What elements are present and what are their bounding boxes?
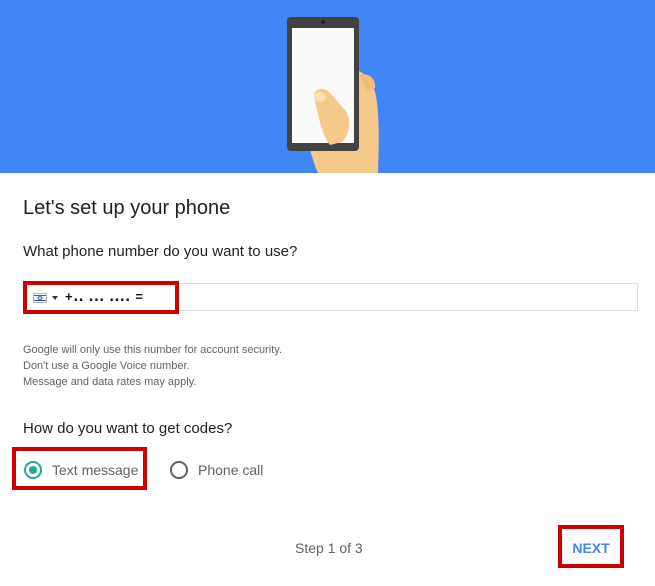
country-code-dropdown[interactable] xyxy=(33,292,58,304)
help-line: Google will only use this number for acc… xyxy=(23,344,283,356)
codes-question-label: How do you want to get codes? xyxy=(23,420,233,437)
israel-flag-icon xyxy=(33,293,47,303)
radio-unselected-icon[interactable] xyxy=(170,461,188,479)
help-line: Message and data rates may apply. xyxy=(23,376,197,388)
caret-down-icon xyxy=(52,296,58,300)
page-title: Let's set up your phone xyxy=(23,197,231,219)
phone-help-text: Google will only use this number for acc… xyxy=(23,342,282,390)
phone-question-label: What phone number do you want to use? xyxy=(23,243,298,260)
radio-selected-icon[interactable] xyxy=(24,461,42,479)
phone-call-label: Phone call xyxy=(198,462,264,478)
phone-number-value[interactable]: +․․ ․․․ ․․․․ = xyxy=(65,289,144,305)
text-message-label: Text message xyxy=(52,462,139,478)
phone-number-input[interactable]: +․․ ․․․ ․․․․ = xyxy=(23,283,638,311)
text-message-option[interactable]: Text message xyxy=(24,459,138,481)
next-button[interactable]: NEXT xyxy=(566,533,616,563)
step-indicator: Step 1 of 3 xyxy=(295,540,363,556)
help-line: Don't use a Google Voice number. xyxy=(23,360,190,372)
phone-call-option[interactable]: Phone call xyxy=(170,459,263,481)
hand-holding-phone-illustration xyxy=(287,17,379,173)
hero-banner xyxy=(0,0,655,173)
